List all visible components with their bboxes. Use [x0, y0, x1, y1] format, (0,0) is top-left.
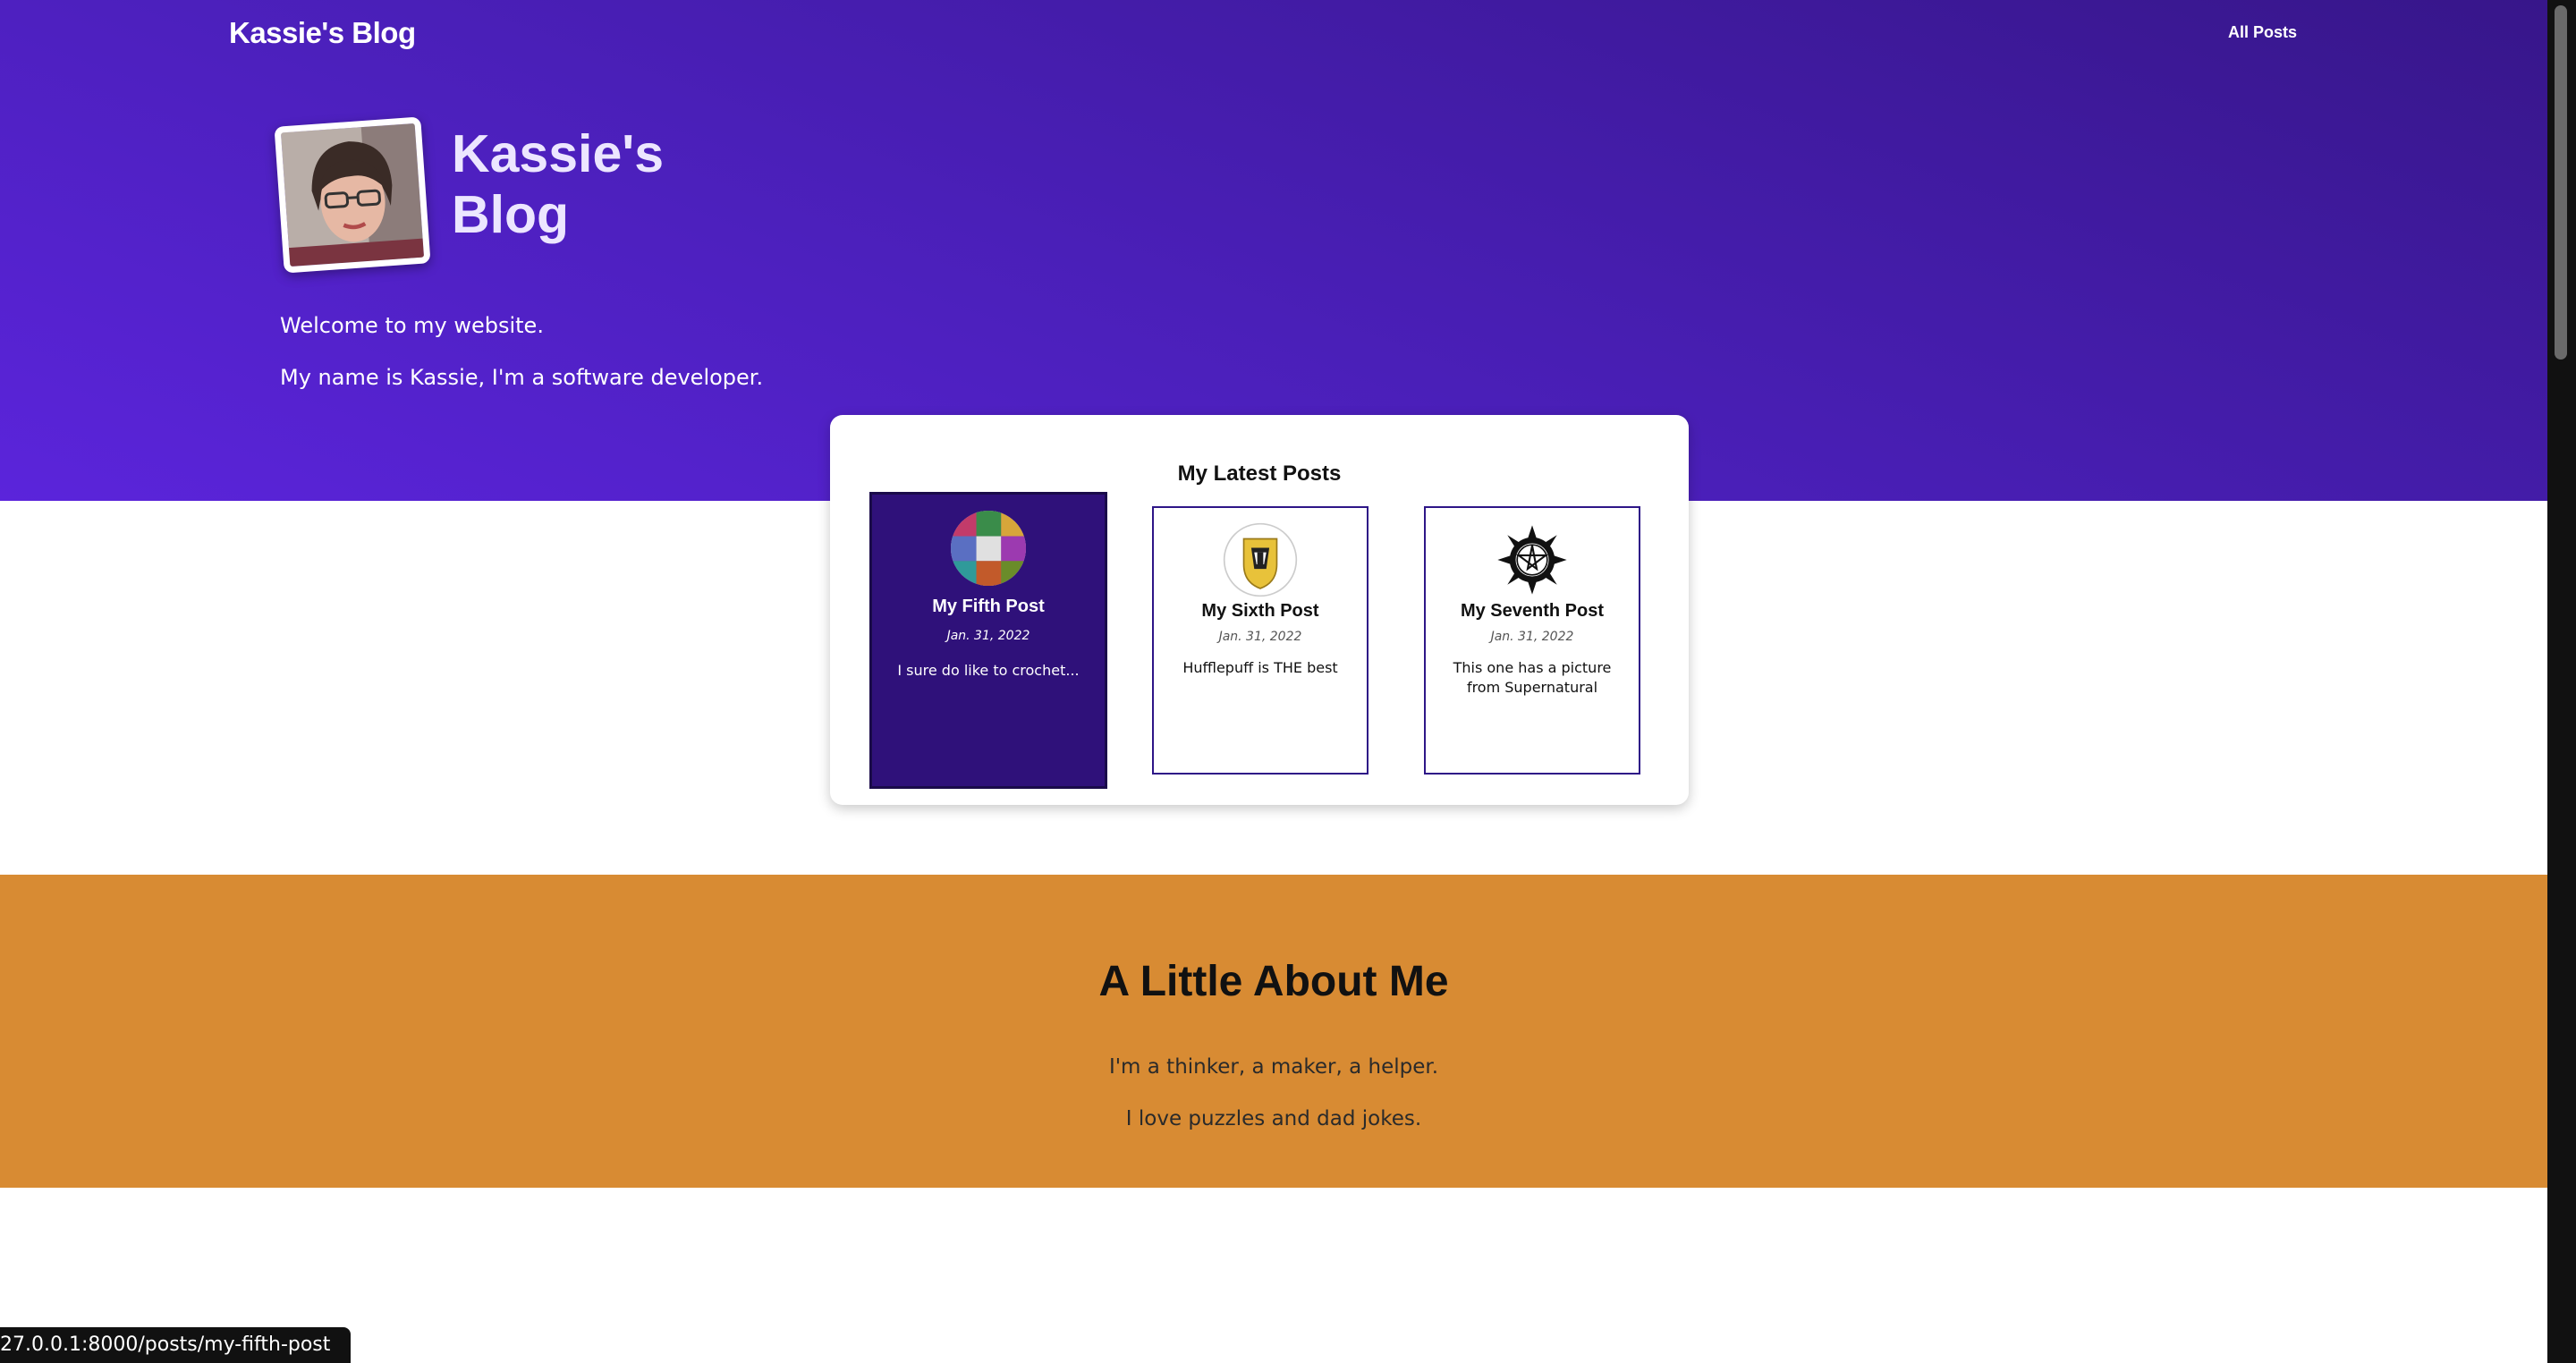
supernatural-symbol-image [1495, 522, 1570, 597]
scrollbar-thumb[interactable] [2555, 5, 2567, 360]
post-date: Jan. 31, 2022 [946, 629, 1030, 643]
post-excerpt: This one has a picture from Supernatural [1453, 659, 1612, 696]
post-title: My Fifth Post [932, 597, 1045, 616]
post-date: Jan. 31, 2022 [1218, 630, 1302, 644]
crochet-image [951, 511, 1026, 586]
post-excerpt: I sure do like to crochet... [897, 662, 1080, 679]
about-title: A Little About Me [1098, 958, 1449, 1005]
post-card-sixth[interactable]: My Sixth Post Jan. 31, 2022 Hufflepuff i… [1152, 506, 1368, 775]
hufflepuff-crest-image [1223, 522, 1298, 597]
post-card-seventh[interactable]: My Seventh Post Jan. 31, 2022 This one h… [1424, 506, 1640, 775]
about-line-1: I'm a thinker, a maker, a helper. [1108, 1055, 1439, 1079]
link-status-bar: 127.0.0.1:8000/posts/my-fifth-post [0, 1327, 351, 1363]
hero-welcome-text: Welcome to my website. [280, 313, 544, 338]
post-excerpt: Hufflepuff is THE best [1182, 659, 1338, 676]
hero-title: Kassie's Blog [452, 124, 665, 244]
latest-posts-card: My Latest Posts My Fifth Post Jan. 31, 2… [830, 415, 1689, 805]
site-title-link[interactable]: Kassie's Blog [229, 16, 416, 50]
avatar [274, 116, 431, 274]
post-title: My Sixth Post [1201, 601, 1319, 621]
post-title: My Seventh Post [1460, 601, 1605, 621]
latest-posts-title: My Latest Posts [1177, 461, 1342, 486]
about-line-2: I love puzzles and dad jokes. [1125, 1107, 1422, 1130]
status-url: 127.0.0.1:8000/posts/my-fifth-post [0, 1333, 331, 1356]
hero-intro-text: My name is Kassie, I'm a software develo… [280, 365, 764, 390]
about-section: A Little About Me I'm a thinker, a maker… [0, 875, 2547, 1188]
page: Kassie's Blog All Posts Kassie's Blog We… [0, 0, 2576, 1363]
avatar-photo-image [280, 123, 425, 267]
nav-all-posts-link[interactable]: All Posts [2228, 23, 2297, 42]
post-date: Jan. 31, 2022 [1490, 630, 1574, 644]
post-card-fifth[interactable]: My Fifth Post Jan. 31, 2022 I sure do li… [869, 492, 1107, 789]
